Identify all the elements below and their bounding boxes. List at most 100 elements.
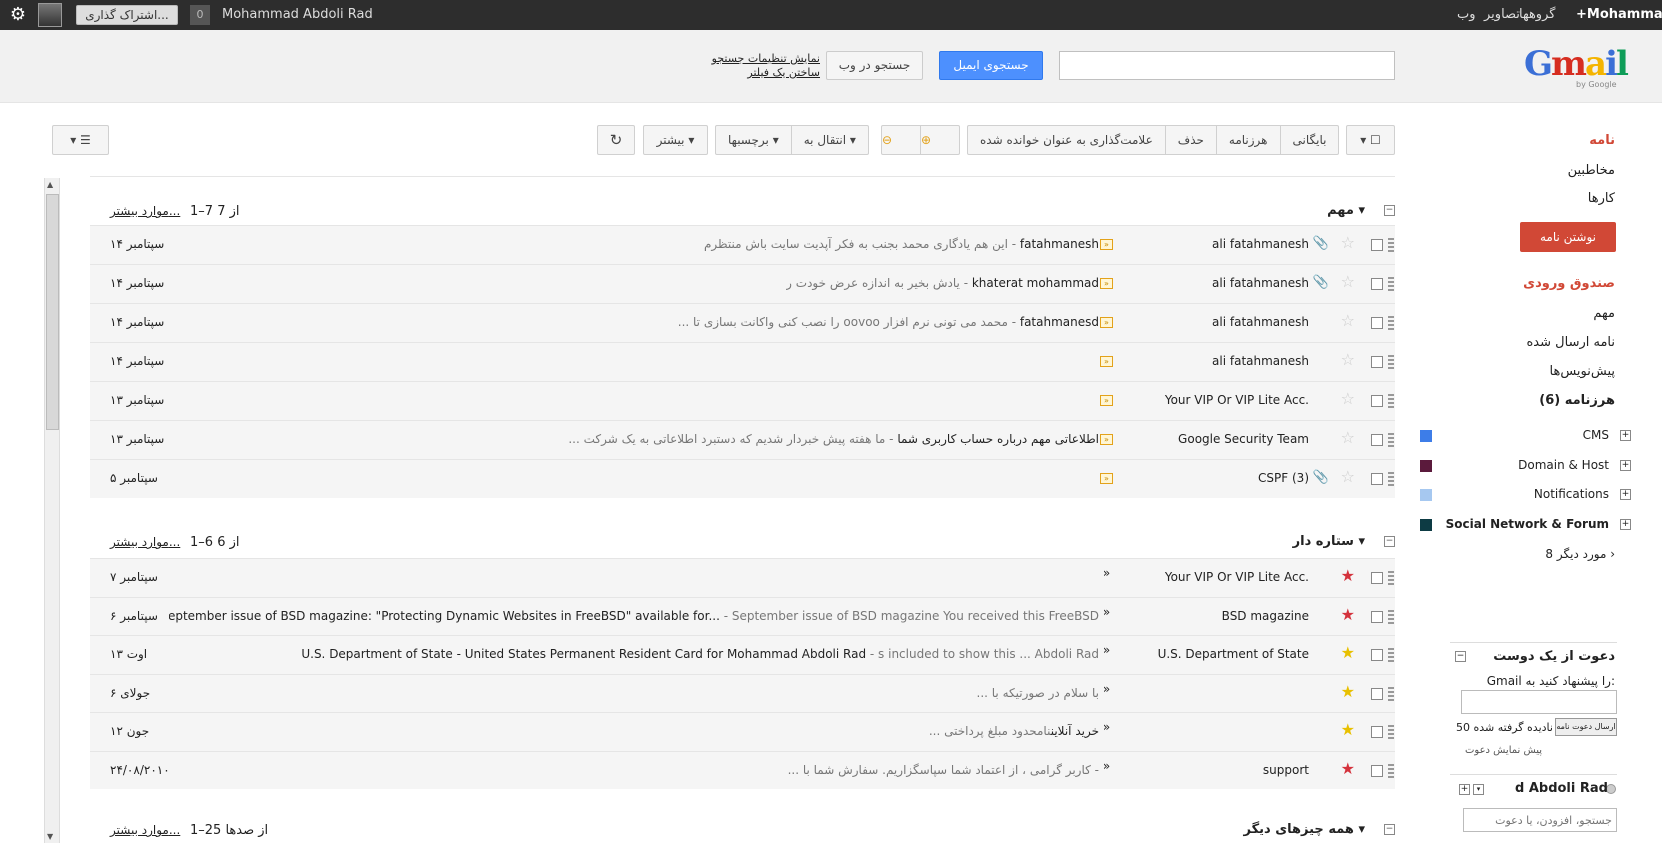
nav-important[interactable]: مهم: [1593, 306, 1615, 321]
row-subject[interactable]: U.S. Department of State - United States…: [301, 647, 1099, 661]
row-sender[interactable]: U.S. Department of State: [1158, 647, 1309, 661]
add-icon[interactable]: +: [1459, 784, 1470, 795]
row-subject[interactable]: fatahmanesd - محمد می تونی نرم افزار oov…: [678, 315, 1099, 329]
drag-handle-icon[interactable]: [1388, 316, 1394, 330]
collapse-icon[interactable]: −: [1384, 536, 1395, 547]
search-mail-button[interactable]: جستجوی ایمیل: [939, 51, 1043, 80]
section-more-link[interactable]: موارد بیشتر...: [110, 823, 180, 837]
label-notifications[interactable]: Notifications +: [1420, 485, 1633, 505]
important-marker-icon[interactable]: »: [1100, 434, 1113, 445]
gear-icon[interactable]: ⚙: [8, 5, 28, 25]
star-icon[interactable]: ☆: [1341, 313, 1355, 329]
topbar-link-images[interactable]: تصاویر: [1484, 7, 1520, 22]
table-row[interactable]: ★ Your VIP Or VIP Lite Acc. » ۷ سپتامبر: [90, 558, 1395, 597]
important-marker-icon[interactable]: »: [1100, 317, 1113, 328]
important-marker-icon[interactable]: »: [1100, 606, 1113, 619]
row-subject[interactable]: با سلام در صورتیکه با ...: [977, 686, 1100, 700]
label-social[interactable]: Social Network & Forum +: [1420, 515, 1633, 535]
table-row[interactable]: ☆ 📎 CSPF (3) » ۵ سپتامبر: [90, 459, 1395, 498]
move-to-button[interactable]: انتقال به ▾: [790, 126, 868, 154]
invite-email-input[interactable]: [1461, 690, 1617, 714]
table-row[interactable]: ★ support » - کاربر گرامی ، از اعتماد شما …: [90, 750, 1395, 789]
nav-sent[interactable]: نامه ارسال شده: [1527, 335, 1616, 350]
row-sender[interactable]: BSD magazine: [1222, 609, 1309, 623]
nav-mail[interactable]: نامه: [1589, 133, 1615, 148]
row-sender[interactable]: Your VIP Or VIP Lite Acc.: [1165, 393, 1309, 407]
important-marker-icon[interactable]: »: [1100, 239, 1113, 250]
drag-handle-icon[interactable]: [1388, 609, 1394, 624]
section-more-link[interactable]: موارد بیشتر...: [110, 204, 180, 218]
drag-handle-icon[interactable]: [1388, 277, 1394, 291]
table-row[interactable]: ★ U.S. Department of State » U.S. Departmen…: [90, 635, 1395, 674]
row-subject[interactable]: fatahmanesh - این هم یادگاری محمد بجنب ب…: [704, 237, 1099, 251]
nav-drafts[interactable]: پیش‌نویس‌ها: [1550, 364, 1615, 379]
important-marker-icon[interactable]: »: [1100, 721, 1113, 734]
star-icon[interactable]: ☆: [1341, 391, 1355, 407]
important-marker-icon[interactable]: »: [1100, 278, 1113, 289]
important-marker-icon[interactable]: »: [1100, 760, 1113, 773]
section-more-link[interactable]: موارد بیشتر...: [110, 535, 180, 549]
important-marker-icon[interactable]: »: [1100, 644, 1113, 657]
important-marker-icon[interactable]: »: [1100, 395, 1113, 406]
table-row[interactable]: ☆ ali fatahmanesh » ۱۴ سپتامبر: [90, 342, 1395, 381]
expand-icon[interactable]: +: [1620, 430, 1631, 441]
row-checkbox[interactable]: [1371, 395, 1383, 407]
create-filter-link[interactable]: ساختن یک فیلتر: [700, 66, 820, 79]
expand-icon[interactable]: +: [1620, 460, 1631, 471]
label-domain-host[interactable]: Domain & Host +: [1420, 456, 1633, 476]
row-checkbox[interactable]: [1371, 687, 1383, 700]
collapse-icon[interactable]: −: [1384, 205, 1395, 216]
nav-tasks[interactable]: کارها: [1588, 191, 1615, 206]
labels-button[interactable]: برچسبها ▾: [716, 126, 791, 154]
important-marker-icon[interactable]: »: [1100, 356, 1113, 367]
invite-send-button[interactable]: ارسال دعوت نامه: [1555, 718, 1617, 736]
compose-button[interactable]: نوشتن نامه: [1520, 222, 1616, 252]
scroll-up-icon[interactable]: ▲: [47, 180, 53, 189]
archive-button[interactable]: بایگانی: [1279, 126, 1339, 154]
spam-button[interactable]: هرزنامه: [1215, 126, 1280, 154]
drag-handle-icon[interactable]: [1388, 472, 1394, 486]
row-sender[interactable]: Google Security Team: [1178, 432, 1309, 446]
row-checkbox[interactable]: [1371, 239, 1383, 251]
row-checkbox[interactable]: [1371, 764, 1383, 777]
star-icon[interactable]: ☆: [1341, 274, 1355, 290]
drag-handle-icon[interactable]: [1388, 686, 1394, 701]
row-checkbox[interactable]: [1371, 434, 1383, 446]
row-sender[interactable]: ali fatahmanesh: [1212, 315, 1309, 329]
table-row[interactable]: ★ » با سلام در صورتیکه با ... ۶ جولای: [90, 673, 1395, 712]
invite-preview-link[interactable]: پیش نمایش دعوت: [1465, 745, 1542, 756]
notification-count[interactable]: 0: [190, 5, 210, 25]
star-icon[interactable]: ★: [1341, 722, 1355, 738]
search-input[interactable]: [1059, 51, 1395, 80]
nav-spam[interactable]: هرزنامه (6): [1539, 393, 1615, 408]
row-subject[interactable]: اطلاعاتی مهم درباره حساب کاربری شما - ما…: [568, 432, 1099, 446]
scrollbar[interactable]: ▲ ▼: [44, 178, 60, 843]
star-icon[interactable]: ☆: [1341, 235, 1355, 251]
density-toggle-icon[interactable]: ▾ ☰: [52, 125, 109, 155]
chat-user-name[interactable]: d Abdoli Rad: [1515, 781, 1608, 796]
label-color-swatch[interactable]: [1420, 519, 1432, 531]
topbar-link-plus[interactable]: +Mohammad: [1576, 7, 1662, 22]
drag-handle-icon[interactable]: [1388, 725, 1394, 739]
scroll-thumb[interactable]: [46, 194, 59, 430]
drag-handle-icon[interactable]: [1388, 355, 1394, 369]
row-checkbox[interactable]: [1371, 572, 1383, 584]
row-sender[interactable]: ali fatahmanesh: [1212, 237, 1309, 251]
table-row[interactable]: ☆ 📎 ali fatahmanesh » khaterat mohammad - یا…: [90, 264, 1395, 303]
star-icon[interactable]: ★: [1341, 683, 1355, 700]
row-sender[interactable]: support: [1263, 763, 1309, 777]
table-row[interactable]: ☆ Google Security Team » اطلاعاتی مهم دربار…: [90, 420, 1395, 459]
row-subject[interactable]: khaterat mohammad - یادش بخیر به اندازه …: [786, 276, 1099, 290]
row-checkbox[interactable]: [1371, 473, 1383, 485]
drag-handle-icon[interactable]: [1388, 763, 1394, 778]
section-title[interactable]: ستاره دار ▾: [1293, 534, 1365, 549]
drag-handle-icon[interactable]: [1388, 433, 1394, 447]
row-subject[interactable]: September issue of BSD magazine: "Protec…: [169, 609, 1099, 623]
star-icon[interactable]: ★: [1341, 645, 1355, 661]
collapse-icon[interactable]: −: [1455, 651, 1466, 662]
important-marker-icon[interactable]: »: [1100, 567, 1113, 580]
label-color-swatch[interactable]: [1420, 460, 1432, 472]
scroll-down-icon[interactable]: ▼: [47, 832, 53, 841]
nav-contacts[interactable]: مخاطبین: [1568, 163, 1615, 178]
collapse-icon[interactable]: −: [1384, 824, 1395, 835]
